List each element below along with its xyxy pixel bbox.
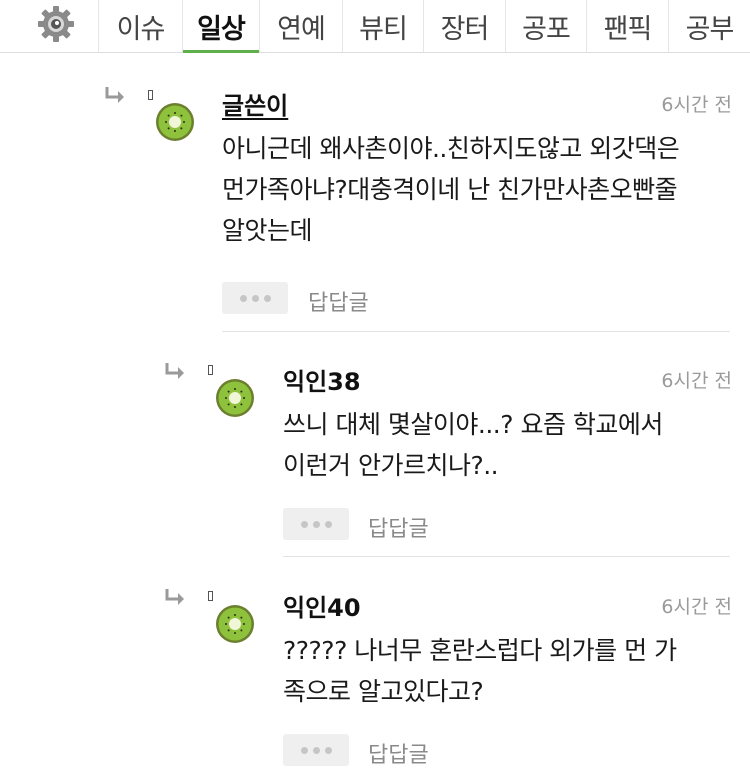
tab-beauty[interactable]: 뷰티 — [342, 0, 423, 52]
divider — [222, 331, 730, 332]
marker-icon — [208, 365, 213, 375]
comment-item: 익인40 6시간 전 ????? 나너무 혼란스럽다 외가를 먼 가 족으로 알… — [0, 586, 750, 779]
tab-fanfic[interactable]: 팬픽 — [586, 0, 668, 52]
dot-icon — [312, 520, 320, 528]
kiwi-avatar-icon[interactable] — [215, 378, 255, 418]
more-options-button[interactable] — [283, 734, 349, 766]
page: 이슈 일상 연예 뷰티 장터 공포 팬픽 공부 글쓴이 6시간 전 아니근데 왜 — [0, 0, 750, 779]
tab-label: 일상 — [197, 13, 246, 45]
marker-icon — [208, 591, 213, 601]
comment-time: 6시간 전 — [661, 370, 732, 392]
tab-market[interactable]: 장터 — [423, 0, 505, 52]
kiwi-avatar-icon[interactable] — [215, 604, 255, 644]
comment-time: 6시간 전 — [661, 596, 732, 618]
tab-label: 공부 — [685, 13, 735, 45]
kiwi-avatar-icon[interactable] — [155, 102, 195, 142]
tab-label: 뷰티 — [359, 13, 408, 45]
divider — [283, 556, 730, 557]
comment-author[interactable]: 글쓴이 — [222, 86, 288, 121]
category-tab-bar: 이슈 일상 연예 뷰티 장터 공포 팬픽 공부 — [0, 0, 750, 53]
dot-icon — [239, 294, 247, 302]
comment-item: 글쓴이 6시간 전 아니근데 왜사촌이야..친하지도않고 외갓댁은 먼가족아냐?… — [0, 82, 750, 342]
reply-link[interactable]: 답답글 — [368, 737, 429, 769]
comment-author[interactable]: 익인40 — [283, 588, 361, 623]
tab-issue[interactable]: 이슈 — [98, 0, 182, 52]
tab-label: 팬픽 — [603, 13, 653, 45]
dot-icon — [251, 294, 259, 302]
reply-arrow-icon — [165, 363, 184, 379]
dot-icon — [324, 746, 332, 754]
tab-label: 이슈 — [116, 13, 166, 45]
dot-icon — [300, 746, 308, 754]
tab-label: 공포 — [522, 13, 571, 45]
more-options-button[interactable] — [222, 282, 288, 314]
dot-icon — [312, 746, 320, 754]
tab-label: 장터 — [440, 13, 490, 45]
dot-icon — [263, 294, 271, 302]
more-options-button[interactable] — [283, 508, 349, 540]
comment-time: 6시간 전 — [661, 94, 732, 116]
tab-study[interactable]: 공부 — [668, 0, 750, 52]
dot-icon — [324, 520, 332, 528]
reply-arrow-icon — [165, 589, 184, 605]
marker-icon — [148, 90, 153, 100]
tab-entertainment[interactable]: 연예 — [259, 0, 342, 52]
reply-link[interactable]: 답답글 — [368, 511, 429, 543]
comment-text: 아니근데 왜사촌이야..친하지도않고 외갓댁은 먼가족아냐?대충격이네 난 친가… — [222, 134, 680, 245]
reply-link[interactable]: 답답글 — [308, 285, 369, 317]
comment-text: 쓰니 대체 몇살이야...? 요즘 학교에서 이런거 안가르치나?.. — [283, 410, 663, 480]
tab-horror[interactable]: 공포 — [505, 0, 586, 52]
tab-label: 연예 — [277, 13, 326, 45]
comment-text: ????? 나너무 혼란스럽다 외가를 먼 가 족으로 알고있다고? — [283, 636, 677, 706]
comment-author[interactable]: 익인38 — [283, 362, 361, 397]
tab-daily[interactable]: 일상 — [182, 0, 259, 53]
gear-icon[interactable] — [36, 4, 76, 44]
reply-arrow-icon — [105, 87, 124, 103]
dot-icon — [300, 520, 308, 528]
comment-item: 익인38 6시간 전 쓰니 대체 몇살이야...? 요즘 학교에서 이런거 안가… — [0, 360, 750, 560]
